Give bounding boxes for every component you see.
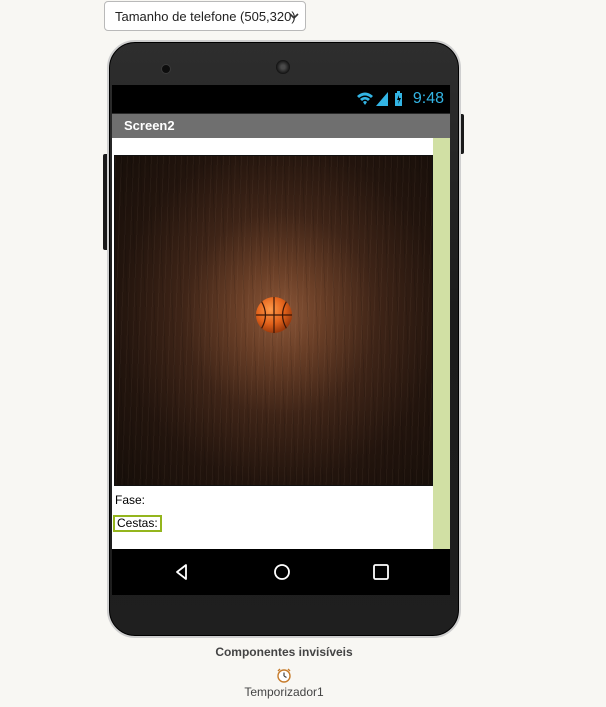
fase-label[interactable]: Fase: <box>115 493 145 507</box>
wifi-icon <box>357 92 373 105</box>
battery-icon <box>395 91 402 106</box>
phone-size-select[interactable]: Tamanho de telefone (505,320) <box>104 1 306 31</box>
status-time: 9:48 <box>412 90 444 107</box>
phone-size-select-value: Tamanho de telefone (505,320) <box>115 8 296 24</box>
status-icons <box>357 91 402 106</box>
timer-component-label[interactable]: Temporizador1 <box>0 685 568 699</box>
invisible-components-title: Componentes invisíveis <box>215 645 353 659</box>
home-icon[interactable] <box>272 562 292 582</box>
speaker-icon <box>276 60 290 74</box>
signal-icon <box>376 92 388 106</box>
screen-title: Screen2 <box>112 114 450 138</box>
chevron-down-icon <box>289 13 299 20</box>
clock-icon[interactable] <box>276 667 292 683</box>
nav-bar <box>112 549 450 595</box>
back-icon[interactable] <box>172 562 192 582</box>
cestas-label[interactable]: Cestas: <box>113 515 162 532</box>
screen-scroll-strip <box>433 138 450 549</box>
basketball-icon[interactable] <box>255 296 293 334</box>
status-bar: 9:48 <box>112 85 450 113</box>
game-canvas[interactable] <box>114 155 433 486</box>
front-camera-icon <box>161 64 171 74</box>
recents-icon[interactable] <box>371 562 391 582</box>
